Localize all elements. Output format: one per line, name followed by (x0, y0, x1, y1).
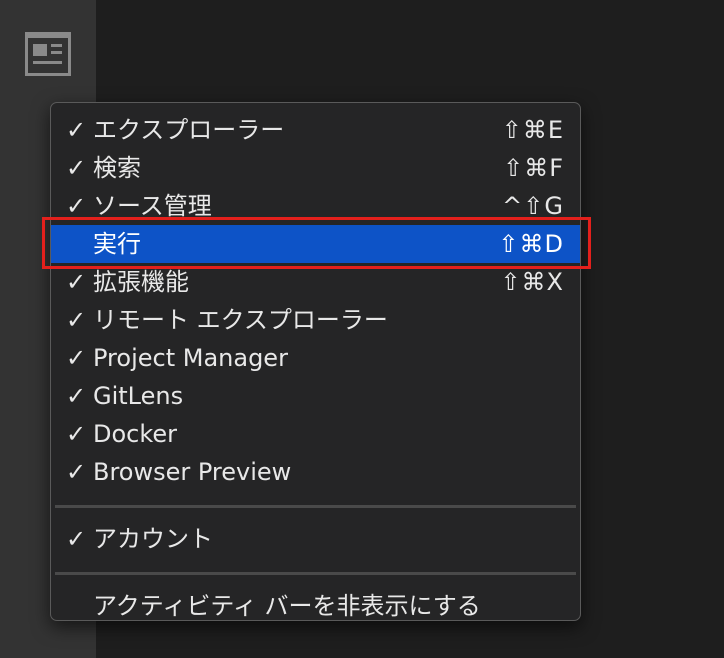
menu-item-label: アクティビティ バーを非表示にする (93, 592, 481, 620)
activity-bar-context-menu: ✓ エクスプローラー ⇧⌘E ✓ 検索 ⇧⌘F ✓ ソース管理 ^⇧G 実行 ⇧… (42, 102, 591, 621)
menu-item-explorer[interactable]: ✓ エクスプローラー ⇧⌘E (51, 111, 580, 149)
check-icon: ✓ (65, 458, 87, 486)
menu-item-label: 検索 (93, 154, 141, 182)
check-icon: ✓ (65, 116, 87, 144)
menu-separator (55, 572, 576, 575)
menu-item-remote-explorer[interactable]: ✓ リモート エクスプローラー (51, 301, 580, 339)
icon-line (51, 51, 62, 54)
menu-item-label: Docker (93, 420, 178, 448)
menu-item-browser-preview[interactable]: ✓ Browser Preview (51, 453, 580, 491)
menu-item-gitlens[interactable]: ✓ GitLens (51, 377, 580, 415)
menu-item-source-control[interactable]: ✓ ソース管理 ^⇧G (51, 187, 580, 225)
layout-panel-icon[interactable] (25, 32, 71, 76)
check-icon: ✓ (65, 154, 87, 182)
menu-item-shortcut: ⇧⌘F (503, 154, 564, 182)
menu-separator (55, 505, 576, 508)
menu-item-hide-activity-bar[interactable]: アクティビティ バーを非表示にする (51, 587, 580, 625)
menu-item-label: エクスプローラー (93, 116, 285, 144)
menu-item-run[interactable]: 実行 ⇧⌘D (42, 217, 591, 269)
check-icon: ✓ (65, 525, 87, 553)
menu-item-search[interactable]: ✓ 検索 ⇧⌘F (51, 149, 580, 187)
icon-line (33, 61, 62, 64)
menu-item-shortcut: ^⇧G (502, 192, 564, 220)
check-icon: ✓ (65, 306, 87, 334)
menu-item-account[interactable]: ✓ アカウント (51, 520, 580, 558)
check-icon: ✓ (65, 420, 87, 448)
menu-item-docker[interactable]: ✓ Docker (51, 415, 580, 453)
menu-item-project-manager[interactable]: ✓ Project Manager (51, 339, 580, 377)
menu-item-shortcut: ⇧⌘D (498, 230, 564, 258)
menu-item-label: アカウント (93, 525, 213, 553)
check-icon: ✓ (65, 344, 87, 372)
menu-item-label: 拡張機能 (93, 268, 189, 296)
menu-item-label: GitLens (93, 382, 184, 410)
menu-item-label: ソース管理 (93, 192, 212, 220)
menu-item-shortcut: ⇧⌘X (500, 268, 564, 296)
check-icon: ✓ (65, 268, 87, 296)
menu-item-label: リモート エクスプローラー (93, 306, 388, 334)
menu-item-extensions[interactable]: ✓ 拡張機能 ⇧⌘X (51, 263, 580, 301)
menu-item-shortcut: ⇧⌘E (501, 116, 564, 144)
menu-item-label: Browser Preview (93, 458, 292, 486)
menu-item-label: Project Manager (93, 344, 288, 372)
check-icon: ✓ (65, 192, 87, 220)
check-icon: ✓ (65, 382, 87, 410)
menu-item-label: 実行 (93, 230, 141, 258)
icon-line (51, 44, 62, 47)
icon-image-block (33, 44, 47, 56)
